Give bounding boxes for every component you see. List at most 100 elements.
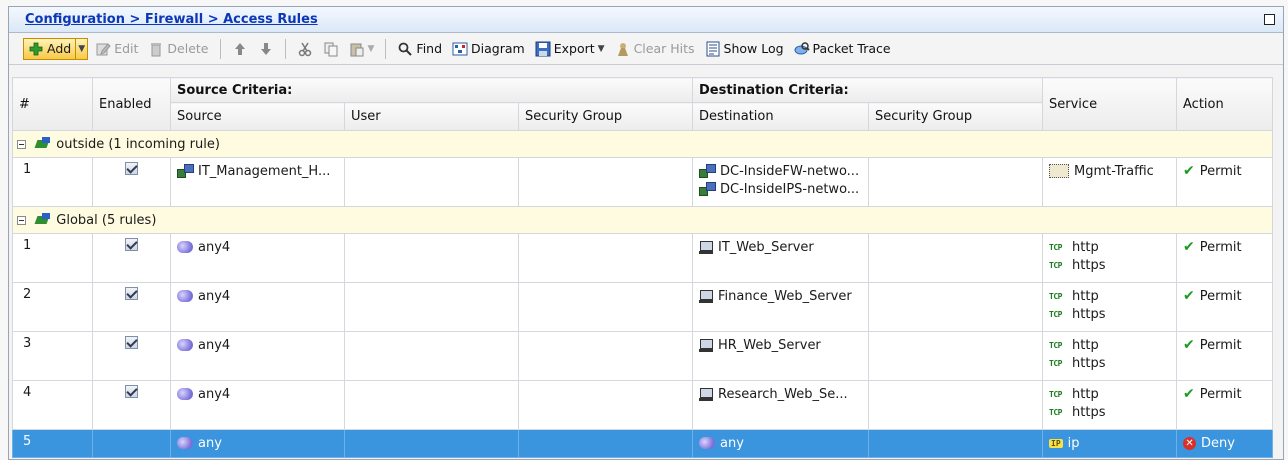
add-button[interactable]: Add (23, 37, 77, 60)
group-label: outside (1 incoming rule) (56, 136, 220, 152)
source-cell: IT_Management_H... (170, 157, 345, 207)
enabled-cell (92, 157, 171, 207)
add-split-button[interactable]: Add ▼ (23, 37, 89, 60)
destination-security-group-cell (867, 331, 1044, 381)
diagram-button[interactable]: Diagram (449, 39, 528, 59)
search-icon (399, 42, 413, 56)
host-icon (699, 387, 713, 401)
diagram-icon (452, 42, 468, 55)
group-cell: Global (5 rules) (11, 206, 1274, 234)
column-header-number[interactable]: # (12, 77, 93, 131)
packet-trace-button[interactable]: Packet Trace (791, 39, 894, 59)
table-row[interactable]: 3 any4 HR_Web_Server TCP http TCP https ✔ P… (12, 331, 1274, 381)
table-row[interactable]: 1 IT_Management_H... DC-InsideFW-netwo..… (12, 157, 1274, 207)
table-row[interactable]: 1 any4 IT_Web_Server TCP http TCP https ✔ P… (12, 233, 1274, 283)
permit-check-icon: ✔ (1183, 288, 1195, 304)
action-value: Permit (1199, 386, 1242, 402)
maximize-icon[interactable] (1264, 14, 1275, 25)
column-header-destination[interactable]: Destination (692, 102, 869, 131)
column-header-destination-security-group[interactable]: Security Group (867, 102, 1044, 131)
add-label: Add (47, 41, 72, 56)
collapse-icon[interactable] (17, 139, 26, 149)
move-down-button[interactable] (255, 39, 277, 59)
column-header-service[interactable]: Service (1042, 77, 1178, 131)
service-value: http (1072, 337, 1099, 353)
destination-cell: any (692, 429, 869, 458)
column-header-source-security-group[interactable]: Security Group (518, 102, 693, 131)
tcp-service-icon: TCP (1049, 389, 1062, 399)
source-cell: any4 (170, 380, 345, 430)
group-row-outside[interactable]: outside (1 incoming rule) (11, 130, 1274, 158)
tcp-service-icon: TCP (1049, 340, 1062, 350)
destination-cell: DC-InsideFW-netwo... DC-InsideIPS-netwo.… (692, 157, 869, 207)
column-header-enabled[interactable]: Enabled (92, 77, 171, 131)
move-up-button[interactable] (229, 39, 251, 59)
edit-button[interactable]: Edit (92, 39, 141, 59)
enabled-cell (92, 331, 171, 381)
source-security-group-cell (518, 282, 693, 332)
enabled-checkbox[interactable] (125, 162, 138, 175)
source-security-group-cell (518, 233, 693, 283)
breadcrumb[interactable]: Configuration > Firewall > Access Rules (25, 12, 318, 27)
column-header-source[interactable]: Source (170, 102, 345, 131)
cut-button[interactable] (294, 39, 316, 59)
rule-number: 5 (12, 429, 93, 458)
table-row[interactable]: 4 any4 Research_Web_Se... TCP http TCP htt… (12, 380, 1274, 430)
enabled-cell (92, 429, 171, 458)
chevron-down-icon: ▼ (78, 43, 86, 54)
service-cell: TCP http TCP https (1042, 282, 1178, 332)
service-group-icon (1049, 164, 1070, 178)
source-security-group-cell (518, 331, 693, 381)
destination-cell: IT_Web_Server (692, 233, 869, 283)
destination-cell: Finance_Web_Server (692, 282, 869, 332)
network-object-icon (177, 164, 194, 178)
action-cell: ✔ Permit (1176, 282, 1274, 332)
service-value: Mgmt-Traffic (1074, 163, 1154, 179)
copy-button[interactable] (320, 39, 342, 59)
service-value: ip (1067, 435, 1080, 451)
tcp-service-icon: TCP (1049, 358, 1062, 368)
group-row-global[interactable]: Global (5 rules) (11, 206, 1274, 234)
find-label: Find (416, 41, 443, 56)
show-log-label: Show Log (723, 41, 784, 56)
any-network-icon (177, 339, 193, 351)
enabled-checkbox[interactable] (125, 385, 138, 398)
delete-button[interactable]: Delete (145, 39, 211, 59)
chevron-down-icon[interactable]: ▼ (368, 44, 375, 54)
table-row-selected[interactable]: 5 any any IP ip ✕ Deny (12, 429, 1274, 458)
rule-number: 1 (12, 233, 93, 283)
enabled-checkbox[interactable] (125, 336, 138, 349)
plus-icon (29, 42, 43, 55)
source-cell: any4 (170, 233, 345, 283)
collapse-icon[interactable] (17, 215, 26, 225)
add-dropdown-arrow[interactable]: ▼ (76, 37, 89, 60)
service-cell: TCP http TCP https (1042, 331, 1178, 381)
diagram-label: Diagram (471, 41, 525, 56)
paste-button[interactable]: ▼ (346, 39, 378, 59)
column-header-action[interactable]: Action (1176, 77, 1274, 131)
service-cell: IP ip (1042, 429, 1178, 458)
tcp-service-icon: TCP (1049, 291, 1062, 301)
rule-number: 4 (12, 380, 93, 430)
rule-number: 3 (12, 331, 93, 381)
find-button[interactable]: Find (394, 39, 445, 59)
enabled-checkbox[interactable] (125, 287, 138, 300)
column-group-source-criteria: Source Criteria: (170, 77, 693, 103)
clear-hits-label: Clear Hits (633, 41, 695, 56)
export-button[interactable]: Export ▼ (532, 39, 608, 59)
source-cell: any4 (170, 282, 345, 332)
source-value: any4 (198, 337, 231, 353)
clear-hits-button[interactable]: Clear Hits (612, 39, 698, 59)
service-value: https (1072, 404, 1106, 420)
table-header-row: # Enabled Source Criteria: Destination C… (12, 77, 1274, 131)
destination-value: IT_Web_Server (718, 239, 814, 255)
table-row[interactable]: 2 any4 Finance_Web_Server TCP http TCP htt… (12, 282, 1274, 332)
enabled-checkbox[interactable] (125, 238, 138, 251)
destination-value: DC-InsideFW-netwo... (720, 163, 860, 179)
column-header-user[interactable]: User (344, 102, 519, 131)
arrow-down-icon (260, 42, 271, 55)
permit-check-icon: ✔ (1183, 163, 1195, 179)
show-log-button[interactable]: Show Log (702, 39, 787, 59)
tcp-service-icon: TCP (1049, 260, 1062, 270)
action-value: Permit (1199, 163, 1242, 179)
